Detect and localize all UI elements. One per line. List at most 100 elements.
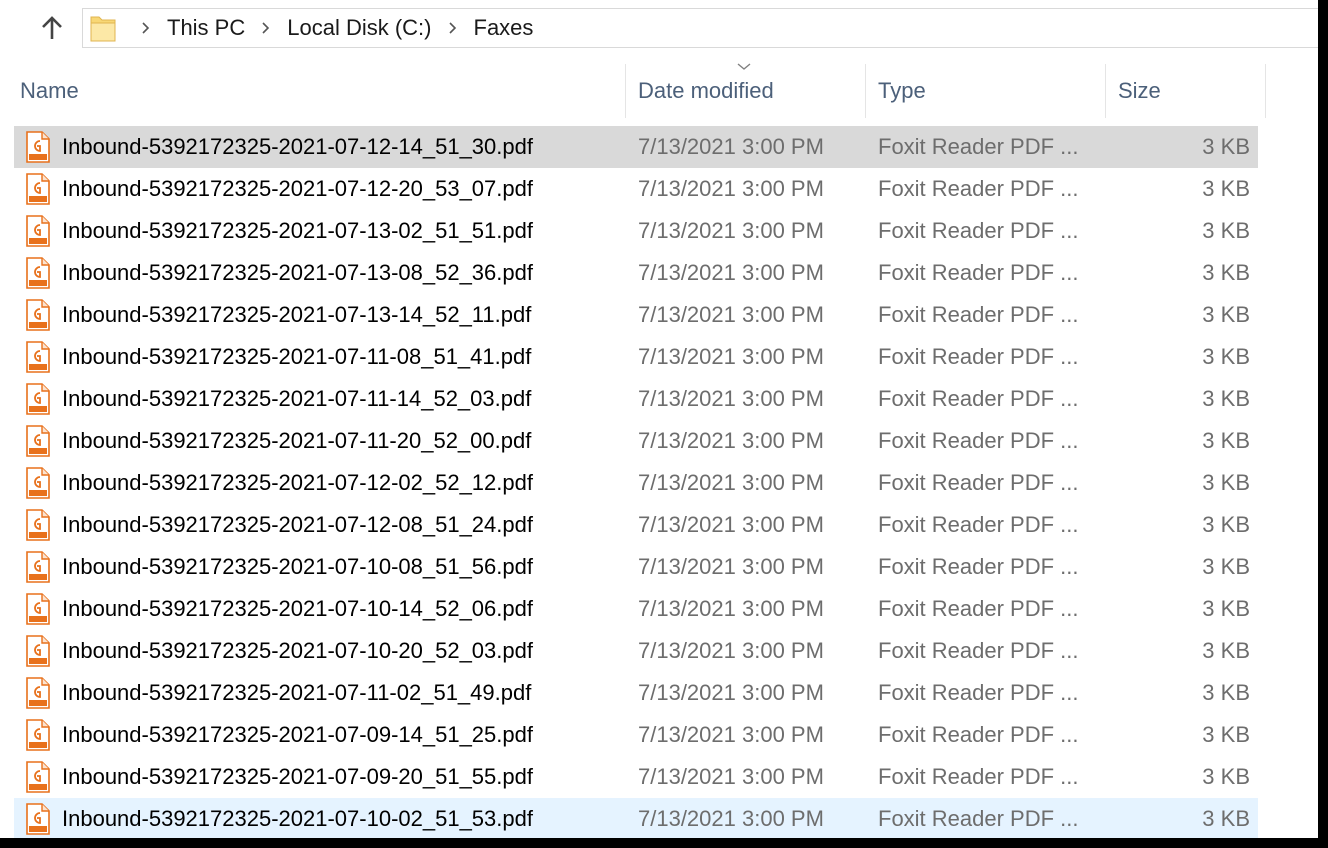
folder-icon (89, 13, 117, 43)
file-row[interactable]: Inbound-5392172325-2021-07-11-20_52_00.p… (14, 420, 1258, 462)
file-type: Foxit Reader PDF ... (878, 596, 1079, 621)
pdf-file-icon (26, 425, 50, 457)
column-header-size[interactable]: Size (1106, 64, 1266, 118)
file-date-modified: 7/13/2021 3:00 PM (638, 680, 824, 705)
address-path[interactable]: This PC Local Disk (C:) Faxes (82, 8, 1318, 48)
file-name: Inbound-5392172325-2021-07-09-20_51_55.p… (62, 764, 533, 789)
file-size: 3 KB (1202, 470, 1250, 495)
column-header-name[interactable]: Name (0, 64, 626, 118)
file-date-modified: 7/13/2021 3:00 PM (638, 176, 824, 201)
file-size: 3 KB (1202, 722, 1250, 747)
file-size: 3 KB (1202, 680, 1250, 705)
file-date-modified: 7/13/2021 3:00 PM (638, 764, 824, 789)
pdf-file-icon (26, 383, 50, 415)
file-type: Foxit Reader PDF ... (878, 638, 1079, 663)
pdf-file-icon (26, 257, 50, 289)
arrow-up-icon (42, 16, 62, 39)
file-name: Inbound-5392172325-2021-07-10-02_51_53.p… (62, 806, 533, 831)
file-name: Inbound-5392172325-2021-07-11-20_52_00.p… (62, 428, 532, 453)
chevron-right-icon[interactable] (261, 22, 271, 34)
column-header-type[interactable]: Type (866, 64, 1106, 118)
file-name: Inbound-5392172325-2021-07-12-02_52_12.p… (62, 470, 533, 495)
file-size: 3 KB (1202, 134, 1250, 159)
pdf-file-icon (26, 467, 50, 499)
file-size: 3 KB (1202, 638, 1250, 663)
file-row[interactable]: Inbound-5392172325-2021-07-13-02_51_51.p… (14, 210, 1258, 252)
column-divider[interactable] (1265, 64, 1266, 118)
file-date-modified: 7/13/2021 3:00 PM (638, 260, 824, 285)
file-date-modified: 7/13/2021 3:00 PM (638, 344, 824, 369)
file-date-modified: 7/13/2021 3:00 PM (638, 512, 824, 537)
file-row[interactable]: Inbound-5392172325-2021-07-12-02_52_12.p… (14, 462, 1258, 504)
pdf-file-icon (26, 173, 50, 205)
chevron-right-icon[interactable] (448, 22, 458, 34)
file-size: 3 KB (1202, 176, 1250, 201)
file-date-modified: 7/13/2021 3:00 PM (638, 470, 824, 495)
up-button[interactable] (32, 8, 72, 48)
column-label: Date modified (638, 78, 774, 103)
sort-down-icon (737, 63, 751, 70)
address-bar: This PC Local Disk (C:) Faxes (0, 0, 1318, 50)
file-size: 3 KB (1202, 302, 1250, 327)
file-row[interactable]: Inbound-5392172325-2021-07-13-14_52_11.p… (14, 294, 1258, 336)
file-row[interactable]: Inbound-5392172325-2021-07-11-02_51_49.p… (14, 672, 1258, 714)
file-name: Inbound-5392172325-2021-07-12-20_53_07.p… (62, 176, 533, 201)
file-size: 3 KB (1202, 260, 1250, 285)
file-type: Foxit Reader PDF ... (878, 134, 1079, 159)
breadcrumb-this-pc[interactable]: This PC (165, 13, 247, 43)
file-date-modified: 7/13/2021 3:00 PM (638, 386, 824, 411)
file-date-modified: 7/13/2021 3:00 PM (638, 638, 824, 663)
file-row[interactable]: Inbound-5392172325-2021-07-11-08_51_41.p… (14, 336, 1258, 378)
breadcrumb-faxes[interactable]: Faxes (472, 13, 536, 43)
file-row[interactable]: Inbound-5392172325-2021-07-12-20_53_07.p… (14, 168, 1258, 210)
file-row[interactable]: Inbound-5392172325-2021-07-12-14_51_30.p… (14, 126, 1258, 168)
file-type: Foxit Reader PDF ... (878, 512, 1079, 537)
file-date-modified: 7/13/2021 3:00 PM (638, 722, 824, 747)
file-type: Foxit Reader PDF ... (878, 722, 1079, 747)
file-name: Inbound-5392172325-2021-07-13-14_52_11.p… (62, 302, 532, 327)
file-date-modified: 7/13/2021 3:00 PM (638, 428, 824, 453)
chevron-right-icon[interactable] (141, 22, 151, 34)
file-row[interactable]: Inbound-5392172325-2021-07-12-08_51_24.p… (14, 504, 1258, 546)
file-size: 3 KB (1202, 554, 1250, 579)
file-size: 3 KB (1202, 344, 1250, 369)
breadcrumb-local-disk[interactable]: Local Disk (C:) (285, 13, 433, 43)
file-row[interactable]: Inbound-5392172325-2021-07-11-14_52_03.p… (14, 378, 1258, 420)
file-type: Foxit Reader PDF ... (878, 554, 1079, 579)
file-row[interactable]: Inbound-5392172325-2021-07-10-20_52_03.p… (14, 630, 1258, 672)
pdf-file-icon (26, 719, 50, 751)
file-date-modified: 7/13/2021 3:00 PM (638, 596, 824, 621)
pdf-file-icon (26, 131, 50, 163)
file-row[interactable]: Inbound-5392172325-2021-07-10-02_51_53.p… (14, 798, 1258, 838)
file-row[interactable]: Inbound-5392172325-2021-07-10-14_52_06.p… (14, 588, 1258, 630)
file-date-modified: 7/13/2021 3:00 PM (638, 134, 824, 159)
file-type: Foxit Reader PDF ... (878, 218, 1079, 243)
pdf-file-icon (26, 635, 50, 667)
file-size: 3 KB (1202, 386, 1250, 411)
file-type: Foxit Reader PDF ... (878, 344, 1079, 369)
file-name: Inbound-5392172325-2021-07-13-02_51_51.p… (62, 218, 533, 243)
file-date-modified: 7/13/2021 3:00 PM (638, 302, 824, 327)
file-name: Inbound-5392172325-2021-07-11-08_51_41.p… (62, 344, 532, 369)
file-size: 3 KB (1202, 218, 1250, 243)
pdf-file-icon (26, 593, 50, 625)
column-header: Name Date modified Type Size (0, 64, 1318, 118)
file-name: Inbound-5392172325-2021-07-09-14_51_25.p… (62, 722, 533, 747)
pdf-file-icon (26, 341, 50, 373)
file-type: Foxit Reader PDF ... (878, 386, 1079, 411)
file-row[interactable]: Inbound-5392172325-2021-07-09-14_51_25.p… (14, 714, 1258, 756)
file-name: Inbound-5392172325-2021-07-10-20_52_03.p… (62, 638, 533, 663)
file-row[interactable]: Inbound-5392172325-2021-07-09-20_51_55.p… (14, 756, 1258, 798)
file-row[interactable]: Inbound-5392172325-2021-07-10-08_51_56.p… (14, 546, 1258, 588)
file-name: Inbound-5392172325-2021-07-12-08_51_24.p… (62, 512, 533, 537)
pdf-file-icon (26, 761, 50, 793)
file-type: Foxit Reader PDF ... (878, 470, 1079, 495)
file-size: 3 KB (1202, 428, 1250, 453)
pdf-file-icon (26, 299, 50, 331)
column-header-date[interactable]: Date modified (626, 64, 866, 118)
file-type: Foxit Reader PDF ... (878, 176, 1079, 201)
file-size: 3 KB (1202, 806, 1250, 831)
file-type: Foxit Reader PDF ... (878, 260, 1079, 285)
file-row[interactable]: Inbound-5392172325-2021-07-13-08_52_36.p… (14, 252, 1258, 294)
pdf-file-icon (26, 551, 50, 583)
